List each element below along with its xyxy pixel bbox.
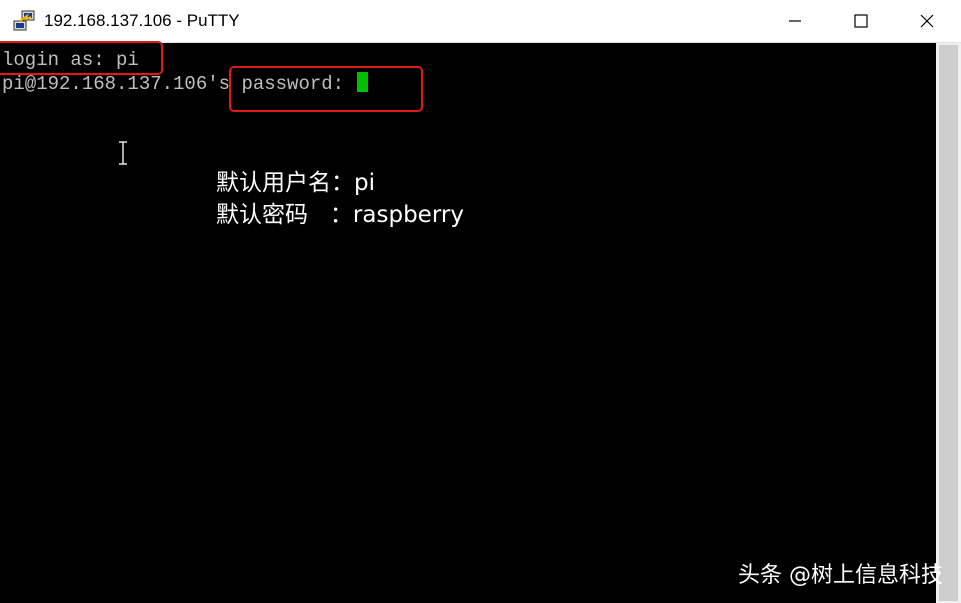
window-title: 192.168.137.106 - PuTTY bbox=[44, 11, 240, 30]
login-highlight-box bbox=[0, 41, 163, 75]
putty-icon bbox=[13, 10, 35, 31]
minimize-button[interactable] bbox=[762, 0, 828, 42]
close-icon bbox=[920, 14, 934, 28]
scrollbar-thumb[interactable] bbox=[939, 45, 958, 601]
default-password-note: 默认密码 ：raspberry bbox=[216, 202, 464, 228]
putty-window: 192.168.137.106 - PuTTY login as: pi pi@… bbox=[0, 0, 961, 603]
default-username-note: 默认用户名：pi bbox=[216, 170, 375, 196]
vertical-scrollbar[interactable] bbox=[936, 43, 961, 603]
maximize-button[interactable] bbox=[828, 0, 894, 42]
terminal-area[interactable]: login as: pi pi@192.168.137.106's passwo… bbox=[0, 41, 936, 603]
close-button[interactable] bbox=[894, 0, 960, 42]
maximize-icon bbox=[854, 14, 868, 28]
watermark: 头条 @树上信息科技 bbox=[738, 563, 943, 588]
minimize-icon bbox=[789, 20, 801, 22]
password-highlight-box bbox=[229, 66, 423, 112]
text-cursor-icon bbox=[119, 141, 127, 165]
title-bar[interactable]: 192.168.137.106 - PuTTY bbox=[0, 0, 961, 43]
